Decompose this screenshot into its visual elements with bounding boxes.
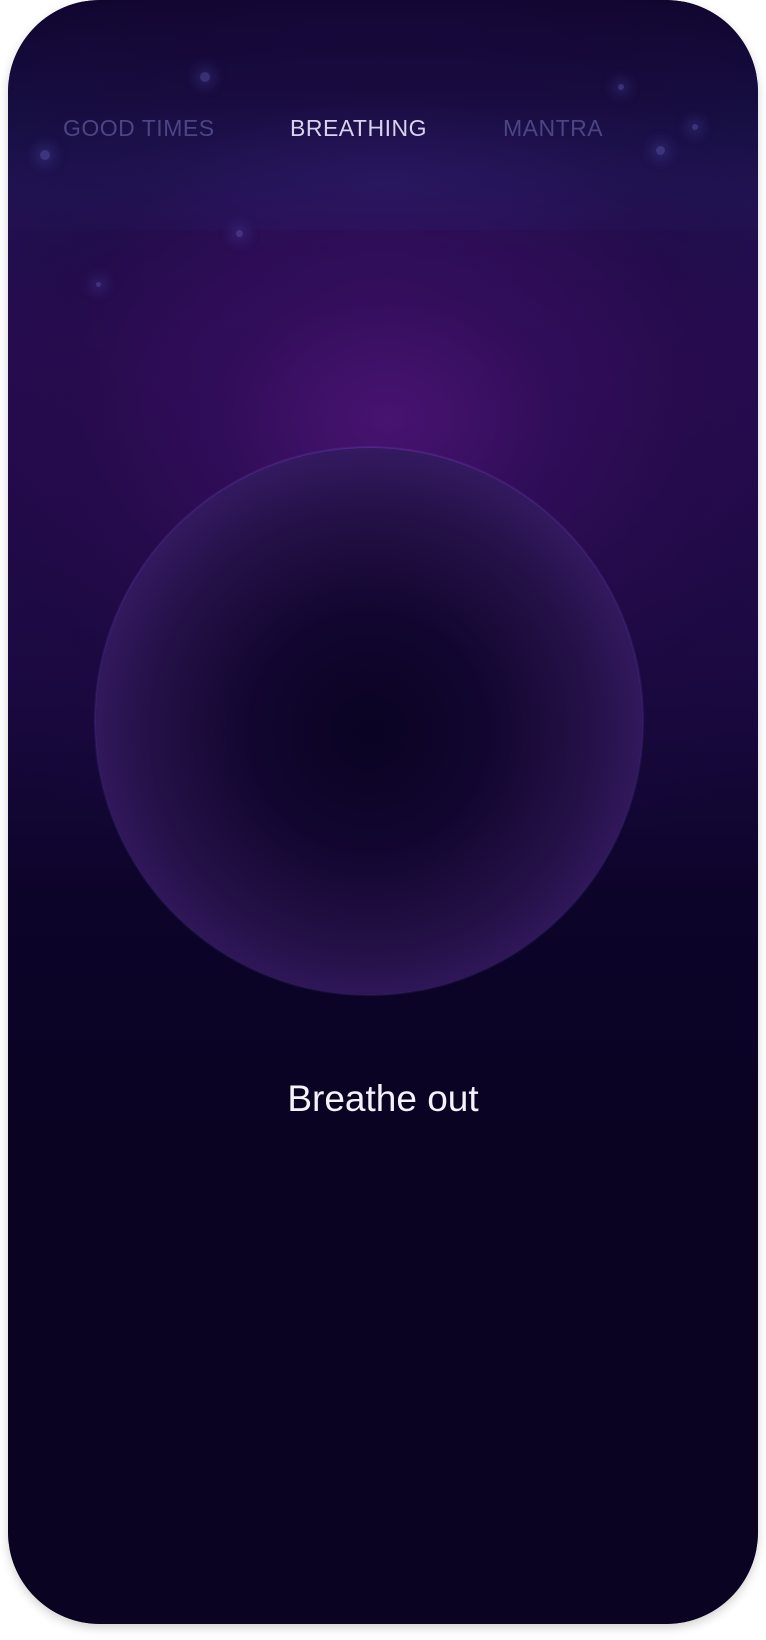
breathing-orb	[96, 448, 642, 994]
phone-screen: GOOD TIMES BREATHING MANTRA Breathe out	[8, 0, 758, 1624]
tab-good-times[interactable]: GOOD TIMES	[63, 115, 215, 142]
star-decoration	[200, 72, 210, 82]
mode-tabs: GOOD TIMES BREATHING MANTRA	[8, 115, 758, 155]
tab-breathing[interactable]: BREATHING	[290, 115, 427, 142]
breathing-instruction: Breathe out	[287, 1078, 479, 1119]
star-decoration	[236, 230, 243, 237]
star-decoration	[96, 282, 101, 287]
star-decoration	[618, 84, 624, 90]
tab-mantra[interactable]: MANTRA	[503, 115, 603, 142]
